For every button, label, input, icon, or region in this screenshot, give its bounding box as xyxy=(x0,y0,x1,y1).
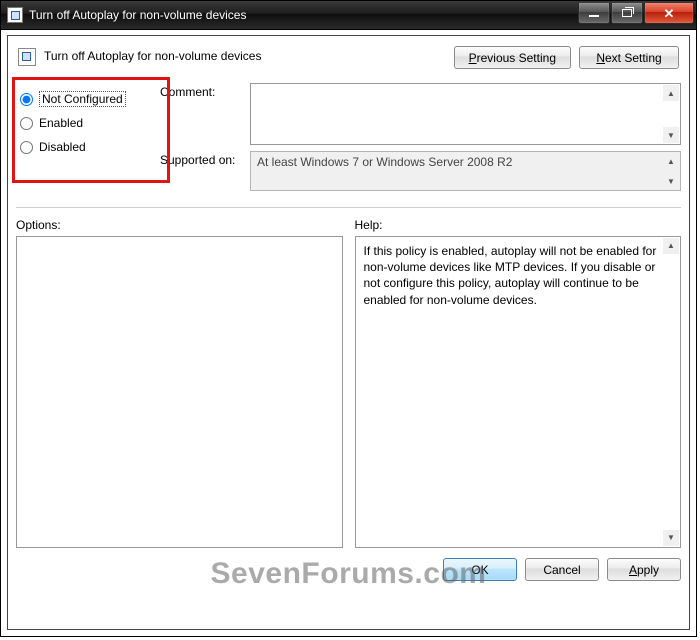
policy-icon xyxy=(18,48,36,66)
radio-enabled-label: Enabled xyxy=(39,116,83,130)
minimize-button[interactable] xyxy=(578,3,610,24)
titlebar[interactable]: Turn off Autoplay for non-volume devices… xyxy=(1,1,696,30)
window-title: Turn off Autoplay for non-volume devices xyxy=(29,8,246,22)
scroll-down-icon[interactable]: ▼ xyxy=(663,127,679,143)
radio-not-configured-label: Not Configured xyxy=(39,91,126,107)
help-label: Help: xyxy=(355,218,682,232)
apply-button[interactable]: Apply xyxy=(607,558,681,581)
next-setting-button[interactable]: Next Setting xyxy=(579,46,679,69)
comment-textarea[interactable]: ▲ ▼ xyxy=(250,83,681,145)
help-panel: If this policy is enabled, autoplay will… xyxy=(355,236,682,548)
supported-on-box: At least Windows 7 or Windows Server 200… xyxy=(250,151,681,191)
scroll-down-icon[interactable]: ▼ xyxy=(663,530,679,546)
previous-setting-button[interactable]: Previous Setting xyxy=(454,46,571,69)
radio-disabled[interactable]: Disabled xyxy=(20,135,156,159)
scroll-up-icon[interactable]: ▲ xyxy=(663,85,679,101)
radio-enabled-input[interactable] xyxy=(20,117,33,130)
radio-not-configured-input[interactable] xyxy=(20,93,33,106)
minimize-icon xyxy=(589,15,599,17)
radio-not-configured[interactable]: Not Configured xyxy=(20,87,156,111)
ok-button[interactable]: OK xyxy=(443,558,517,581)
options-label: Options: xyxy=(16,218,343,232)
scroll-up-icon[interactable]: ▲ xyxy=(663,153,679,169)
help-text: If this policy is enabled, autoplay will… xyxy=(364,244,657,307)
restore-icon xyxy=(622,9,632,17)
close-icon: ✕ xyxy=(664,7,675,20)
radio-disabled-label: Disabled xyxy=(39,140,86,154)
comment-label: Comment: xyxy=(160,83,250,145)
policy-app-icon xyxy=(7,7,23,23)
cancel-button[interactable]: Cancel xyxy=(525,558,599,581)
options-panel xyxy=(16,236,343,548)
supported-on-text: At least Windows 7 or Windows Server 200… xyxy=(257,155,512,169)
divider xyxy=(16,207,681,208)
radio-disabled-input[interactable] xyxy=(20,141,33,154)
policy-name: Turn off Autoplay for non-volume devices xyxy=(44,49,261,63)
supported-on-label: Supported on: xyxy=(160,151,250,191)
restore-button[interactable] xyxy=(611,3,643,24)
radio-enabled[interactable]: Enabled xyxy=(20,111,156,135)
close-button[interactable]: ✕ xyxy=(644,3,694,24)
scroll-down-icon[interactable]: ▼ xyxy=(663,173,679,189)
scroll-up-icon[interactable]: ▲ xyxy=(663,238,679,254)
